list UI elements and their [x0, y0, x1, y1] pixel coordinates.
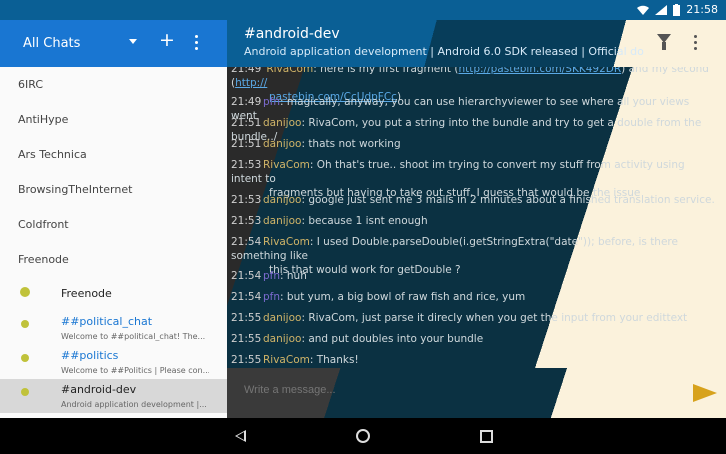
message-link[interactable]: http://pastebin.com/SKK492DR	[458, 67, 621, 75]
navigation-drawer: All Chats + 6IRC AntiHype Ars Technica B…	[0, 20, 227, 418]
signal-icon	[655, 4, 668, 15]
channel-name: ##politics	[61, 349, 119, 362]
message-row: 21:53 danijoo: google just sent me 3 mail…	[231, 193, 717, 207]
message-text: : thats not working	[301, 138, 401, 150]
message-time: 21:54	[231, 291, 262, 303]
message-nick[interactable]: pfn	[263, 270, 280, 282]
message-time: 21:55	[231, 354, 262, 366]
message-text: : but yum, a big bowl of raw fish and ri…	[280, 291, 526, 303]
message-row: 21:55 danijoo: and put doubles into your …	[231, 332, 717, 346]
message-row: 21:53 danijoo: because 1 isnt enough	[231, 214, 717, 228]
message-nick[interactable]: danijoo	[263, 117, 301, 129]
server-item-6irc[interactable]: 6IRC	[0, 67, 227, 102]
channel-topic-preview: Welcome to ##political_chat! The...	[61, 332, 206, 341]
message-link[interactable]: http://	[235, 77, 267, 89]
message-nick[interactable]: danijoo	[263, 333, 301, 345]
back-icon[interactable]	[235, 430, 246, 442]
battery-icon	[673, 3, 681, 16]
message-nick[interactable]: RivaCom	[263, 159, 310, 171]
status-time: 21:58	[686, 3, 718, 16]
channel-name: #android-dev	[61, 383, 137, 396]
status-dot-icon	[20, 287, 30, 297]
message-row: 21:54 pfn: huh	[231, 269, 717, 283]
message-nick[interactable]: danijoo	[263, 194, 301, 206]
message-list[interactable]: 21:49 RivaCom: here is my first fragment…	[227, 67, 726, 368]
server-item-antihype[interactable]: AntiHype	[0, 102, 227, 137]
server-item-browsingtheinternet[interactable]: BrowsingTheInternet	[0, 172, 227, 207]
recent-apps-icon[interactable]	[480, 430, 493, 443]
send-icon[interactable]	[693, 384, 717, 402]
status-bar: 21:58	[0, 0, 726, 20]
message-nick[interactable]: pfn	[263, 96, 280, 108]
overflow-menu-icon[interactable]	[694, 35, 698, 53]
message-time: 21:49	[231, 67, 262, 75]
channel-topic-preview: Android application development |...	[61, 400, 207, 409]
drawer-overflow-menu-icon[interactable]	[195, 35, 199, 53]
channel-item-political-chat[interactable]: ##political_chat Welcome to ##political_…	[0, 311, 227, 345]
message-time: 21:49	[231, 96, 262, 108]
channel-item-android-dev[interactable]: #android-dev Android application develop…	[0, 379, 227, 413]
channel-item-freenode[interactable]: Freenode	[0, 277, 227, 311]
server-item-freenode[interactable]: Freenode	[0, 242, 227, 277]
message-text: : RivaCom, just parse it direcly when yo…	[301, 312, 688, 324]
message-text-after: and my second	[625, 67, 709, 75]
channel-title: #android-dev	[244, 26, 340, 42]
channel-name: Freenode	[61, 287, 112, 300]
chevron-down-icon[interactable]	[129, 39, 137, 44]
filter-icon[interactable]	[657, 34, 671, 50]
message-text: : huh	[280, 270, 307, 282]
message-time: 21:55	[231, 333, 262, 345]
message-text: : here is my first fragment	[313, 67, 452, 75]
channel-toolbar: #android-dev Android application develop…	[227, 20, 726, 67]
system-navigation-bar	[0, 418, 726, 454]
message-time: 21:53	[231, 215, 262, 227]
chat-filter-dropdown[interactable]: All Chats	[23, 36, 80, 51]
add-server-button[interactable]: +	[159, 31, 175, 50]
server-item-coldfront[interactable]: Coldfront	[0, 207, 227, 242]
message-row: 21:51 danijoo: thats not working	[231, 137, 717, 151]
message-nick[interactable]: RivaCom	[263, 354, 310, 366]
message-input[interactable]	[242, 383, 666, 397]
message-time: 21:51	[231, 117, 262, 129]
server-item-ars-technica[interactable]: Ars Technica	[0, 137, 227, 172]
message-composer	[227, 368, 726, 418]
status-icons: 21:58	[637, 3, 718, 16]
channel-hash-icon	[21, 354, 29, 362]
message-nick[interactable]: RivaCom	[263, 236, 310, 248]
message-row: 21:55 danijoo: RivaCom, just parse it dir…	[231, 311, 717, 325]
drawer-header: All Chats +	[0, 20, 227, 67]
message-time: 21:55	[231, 312, 262, 324]
message-nick[interactable]: danijoo	[263, 312, 301, 324]
message-nick[interactable]: pfn	[263, 291, 280, 303]
message-nick[interactable]: RivaCom	[266, 67, 313, 75]
message-time: 21:53	[231, 159, 262, 171]
message-time: 21:54	[231, 270, 262, 282]
message-row: 21:55 RivaCom: Thanks!	[231, 353, 717, 367]
message-time: 21:51	[231, 138, 262, 150]
channel-hash-icon	[21, 388, 29, 396]
message-time: 21:53	[231, 194, 262, 206]
message-text: : google just sent me 3 mails in 2 minut…	[301, 194, 715, 206]
message-text: : Thanks!	[309, 354, 359, 366]
channel-topic[interactable]: Android application development | Androi…	[244, 45, 644, 58]
message-time: 21:54	[231, 236, 262, 248]
message-row: 21:54 pfn: but yum, a big bowl of raw fis…	[231, 290, 717, 304]
message-nick[interactable]: danijoo	[263, 138, 301, 150]
message-nick[interactable]: danijoo	[263, 215, 301, 227]
message-text: : because 1 isnt enough	[301, 215, 428, 227]
channel-item-politics[interactable]: ##politics Welcome to ##Politics | Pleas…	[0, 345, 227, 379]
channel-topic-preview: Welcome to ##Politics | Please con...	[61, 366, 209, 375]
message-text: : and put doubles into your bundle	[301, 333, 484, 345]
channel-name: ##political_chat	[61, 315, 153, 328]
wifi-icon	[637, 5, 650, 15]
home-icon[interactable]	[356, 429, 370, 443]
channel-hash-icon	[21, 320, 29, 328]
